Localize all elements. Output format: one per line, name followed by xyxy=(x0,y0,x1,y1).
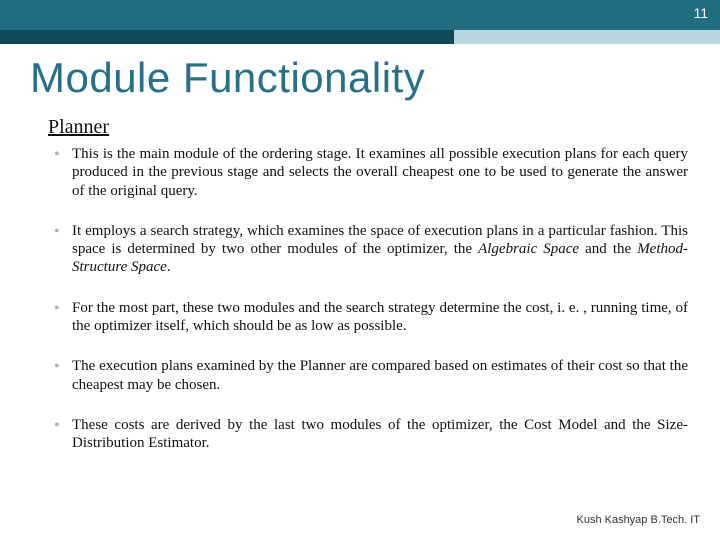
decorative-band xyxy=(0,30,720,44)
bullet-list: This is the main module of the ordering … xyxy=(50,145,688,475)
footer-credit: Kush Kashyap B.Tech. IT xyxy=(576,514,700,526)
page-number: 11 xyxy=(693,5,708,21)
list-item: This is the main module of the ordering … xyxy=(50,145,688,200)
list-item: It employs a search strategy, which exam… xyxy=(50,222,688,277)
band-light xyxy=(454,30,720,44)
header-band: 11 xyxy=(0,0,720,30)
slide-title: Module Functionality xyxy=(30,54,425,102)
list-item: The execution plans examined by the Plan… xyxy=(50,357,688,394)
band-dark xyxy=(0,30,454,44)
section-heading: Planner xyxy=(48,116,109,139)
list-item: These costs are derived by the last two … xyxy=(50,416,688,453)
list-item: For the most part, these two modules and… xyxy=(50,299,688,336)
